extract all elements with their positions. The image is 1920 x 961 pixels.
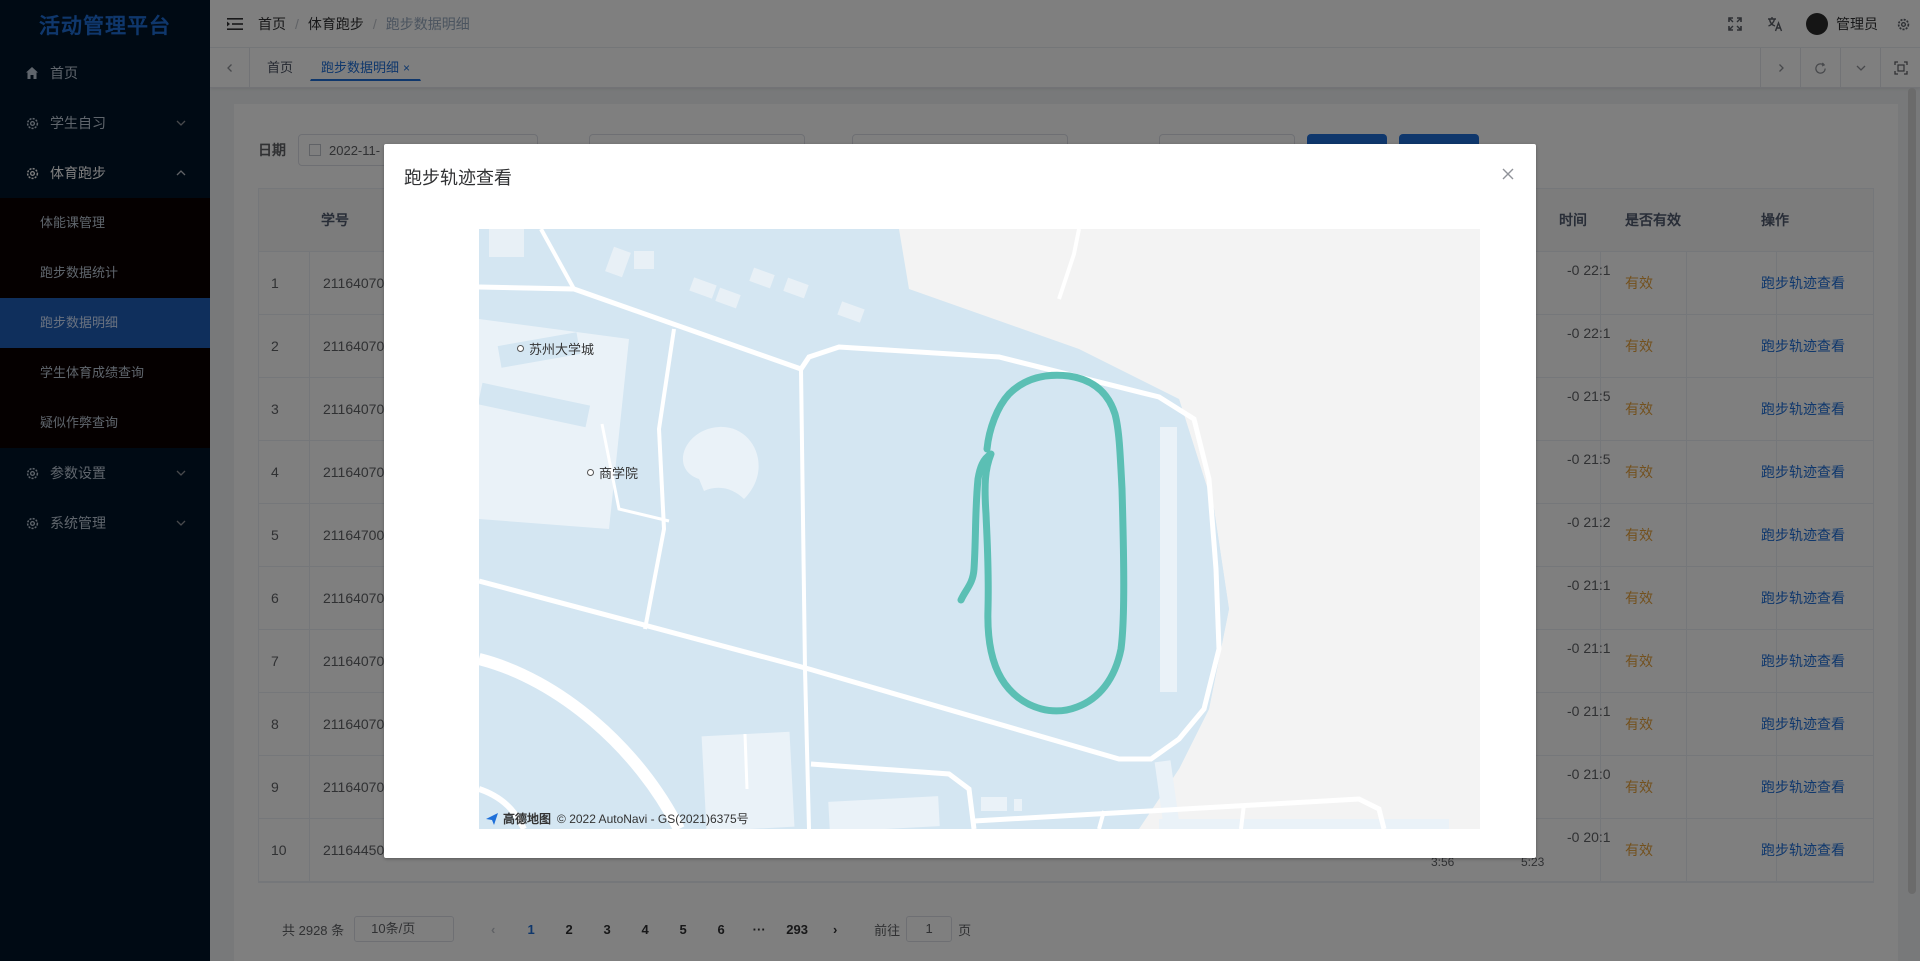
amap-logo-icon [486, 812, 498, 825]
close-icon[interactable] [1500, 166, 1516, 182]
poi-marker-icon [587, 469, 594, 476]
map-poi-label: 商学院 [587, 463, 638, 482]
track-map[interactable]: 苏州大学城 商学院 高德地图 © 2022 AutoNavi - GS(2021… [479, 229, 1480, 829]
poi-name: 苏州大学城 [529, 342, 595, 357]
poi-marker-icon [517, 345, 524, 352]
map-building [489, 229, 524, 257]
map-building [828, 796, 940, 829]
map-copyright: © 2022 AutoNavi - GS(2021)6375号 [557, 812, 749, 826]
map-building [1159, 819, 1449, 829]
map-building [981, 797, 1007, 811]
map-poi-label: 苏州大学城 [517, 339, 594, 358]
track-dialog: 跑步轨迹查看 苏州大学城 商学院 高德地图 © 2022 AutoNavi - … [384, 144, 1536, 858]
map-attribution: 高德地图 © 2022 AutoNavi - GS(2021)6375号 [485, 810, 749, 827]
map-building [634, 251, 654, 269]
dialog-title: 跑步轨迹查看 [404, 168, 512, 188]
map-building [1014, 799, 1022, 811]
map-brand: 高德地图 [503, 812, 552, 826]
map-canvas [479, 229, 1480, 829]
map-building [1160, 427, 1177, 692]
poi-name: 商学院 [599, 466, 639, 481]
